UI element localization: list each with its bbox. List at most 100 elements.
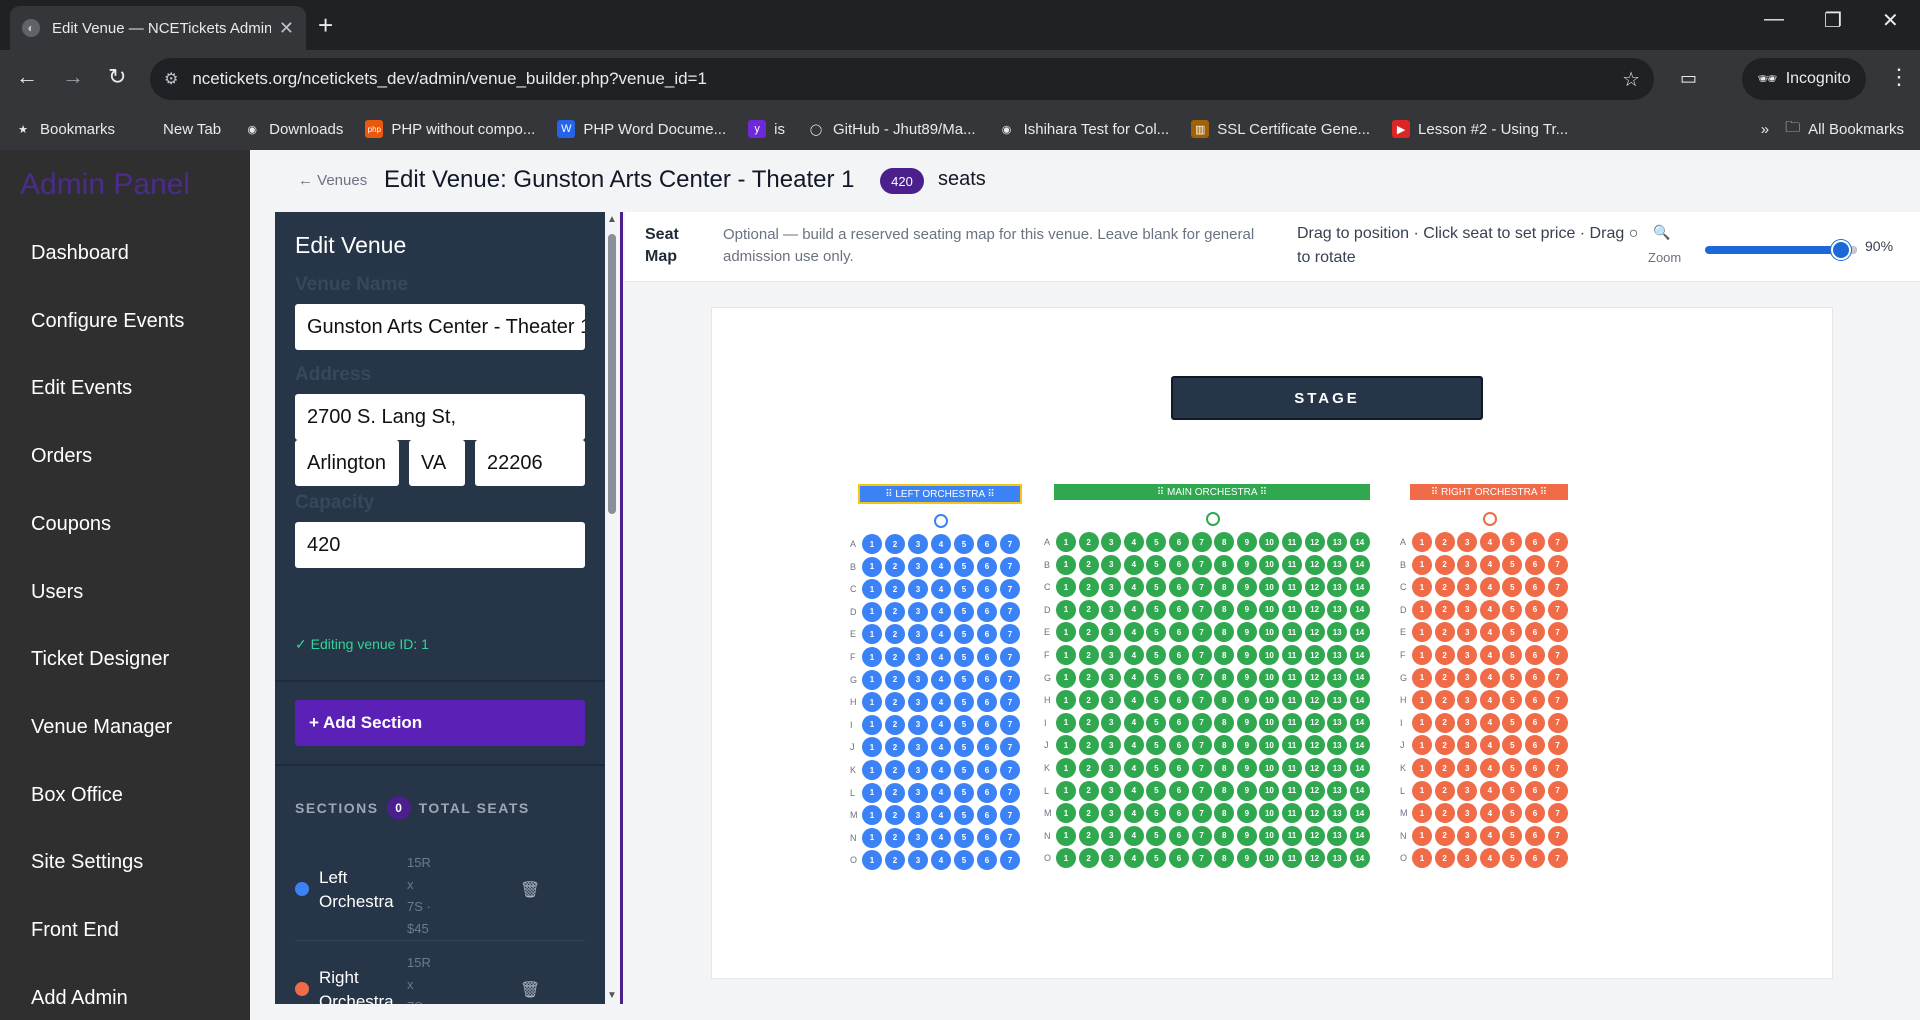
seat[interactable]: 4 (931, 601, 951, 622)
seat[interactable]: 13 (1327, 554, 1348, 575)
seat[interactable]: 7 (1000, 760, 1020, 780)
seat[interactable]: 11 (1282, 848, 1302, 869)
seat[interactable]: 3 (1457, 803, 1478, 824)
seat[interactable]: 2 (885, 579, 905, 600)
seat[interactable]: 10 (1259, 577, 1280, 598)
seat[interactable]: 5 (1146, 825, 1167, 846)
sidebar-item-configure-events[interactable]: Configure Events (31, 310, 184, 333)
seat[interactable]: 12 (1304, 554, 1325, 575)
seat[interactable]: 1 (862, 737, 882, 758)
sidebar-item-ticket-designer[interactable]: Ticket Designer (31, 648, 169, 671)
seat[interactable]: 3 (1101, 577, 1122, 598)
seat[interactable]: 5 (1502, 532, 1523, 552)
seat[interactable]: 9 (1236, 758, 1257, 778)
seat[interactable]: 6 (1525, 690, 1545, 711)
seat[interactable]: 7 (1000, 850, 1020, 871)
seat[interactable]: 3 (908, 805, 928, 826)
seat[interactable]: 3 (1457, 735, 1478, 756)
seat[interactable]: 4 (1479, 532, 1500, 552)
seat[interactable]: 2 (1434, 780, 1455, 801)
seat[interactable]: 4 (931, 737, 951, 758)
seat[interactable]: 6 (1525, 758, 1545, 778)
seat[interactable]: 4 (1479, 554, 1500, 575)
zip-input[interactable]: 22206 (475, 440, 585, 486)
seat[interactable]: 5 (1146, 848, 1167, 869)
address-bar[interactable]: ⚙ ncetickets.org/ncetickets_dev/admin/ve… (150, 58, 1654, 100)
seat[interactable]: 1 (1056, 758, 1076, 778)
seat[interactable]: 2 (1078, 735, 1099, 756)
seat[interactable]: 9 (1236, 780, 1257, 801)
seat[interactable]: 1 (862, 805, 882, 826)
scrollbar-thumb[interactable] (608, 234, 616, 514)
seat[interactable]: 13 (1327, 690, 1348, 711)
seat[interactable]: 2 (1434, 712, 1455, 733)
seat[interactable]: 8 (1214, 532, 1235, 552)
seat[interactable]: 3 (1101, 848, 1122, 869)
seat[interactable]: 1 (862, 782, 882, 803)
seat[interactable]: 2 (1434, 622, 1455, 643)
seat[interactable]: 7 (1191, 690, 1212, 711)
seat[interactable]: 8 (1214, 690, 1235, 711)
sidebar-item-front-end[interactable]: Front End (31, 919, 119, 942)
zoom-slider-knob[interactable] (1831, 240, 1851, 260)
section-drag-bar[interactable]: ⠿ RIGHT ORCHESTRA ⠿ (1410, 484, 1568, 500)
seat[interactable]: 5 (1502, 622, 1523, 643)
seat[interactable]: 5 (1146, 577, 1167, 598)
seat[interactable]: 1 (1412, 712, 1432, 733)
seat[interactable]: 6 (1169, 690, 1189, 711)
bookmark-item[interactable]: ◯ GitHub - Jhut89/Ma... (807, 120, 976, 138)
sidebar-item-coupons[interactable]: Coupons (31, 513, 111, 536)
seat[interactable]: 4 (931, 624, 951, 645)
seat[interactable]: 6 (1169, 758, 1189, 778)
bookmark-item[interactable]: New Tab (137, 120, 221, 138)
state-input[interactable]: VA (409, 440, 465, 486)
seat[interactable]: 11 (1282, 554, 1302, 575)
seat[interactable]: 1 (862, 647, 882, 667)
seat[interactable]: 2 (885, 669, 905, 690)
seat[interactable]: 14 (1349, 803, 1370, 824)
seat[interactable]: 5 (954, 737, 974, 758)
seat[interactable]: 13 (1327, 780, 1348, 801)
seat[interactable]: 1 (1056, 712, 1076, 733)
sidebar-item-edit-events[interactable]: Edit Events (31, 377, 132, 400)
seat[interactable]: 2 (885, 850, 905, 871)
seat[interactable]: 4 (1479, 622, 1500, 643)
seat[interactable]: 8 (1214, 577, 1235, 598)
seat[interactable]: 3 (1101, 690, 1122, 711)
bookmark-item[interactable]: ▥ SSL Certificate Gene... (1191, 120, 1370, 138)
seat[interactable]: 4 (1123, 645, 1144, 665)
seat[interactable]: 9 (1236, 690, 1257, 711)
seat[interactable]: 6 (977, 850, 997, 871)
seat[interactable]: 6 (1169, 803, 1189, 824)
seat[interactable]: 14 (1349, 599, 1370, 620)
seat[interactable]: 3 (1457, 758, 1478, 778)
seat[interactable]: 3 (1457, 532, 1478, 552)
seat[interactable]: 10 (1259, 825, 1280, 846)
seat[interactable]: 9 (1236, 803, 1257, 824)
seat[interactable]: 4 (1123, 622, 1144, 643)
seat[interactable]: 4 (931, 805, 951, 826)
seat[interactable]: 5 (954, 601, 974, 622)
seat[interactable]: 6 (977, 782, 997, 803)
seat[interactable]: 8 (1214, 758, 1235, 778)
seat[interactable]: 6 (1525, 735, 1545, 756)
back-to-venues-link[interactable]: ← Venues (298, 172, 367, 189)
seat[interactable]: 11 (1282, 690, 1302, 711)
seat[interactable]: 7 (1000, 805, 1020, 826)
section-list-item[interactable]: Right Orchestra15Rx7S ·$45🗑 (295, 944, 585, 1004)
seat[interactable]: 3 (1101, 599, 1122, 620)
seat[interactable]: 7 (1000, 579, 1020, 600)
seat[interactable]: 10 (1259, 622, 1280, 643)
seat[interactable]: 8 (1214, 667, 1235, 688)
seat[interactable]: 4 (1123, 758, 1144, 778)
seat[interactable]: 1 (862, 714, 882, 735)
seat[interactable]: 5 (1502, 803, 1523, 824)
seat[interactable]: 7 (1191, 599, 1212, 620)
seat[interactable]: 11 (1282, 825, 1302, 846)
seat[interactable]: 3 (908, 556, 928, 577)
url-text[interactable]: ncetickets.org/ncetickets_dev/admin/venu… (192, 69, 1622, 89)
trash-icon[interactable]: 🗑 (520, 980, 540, 1000)
seat[interactable]: 6 (1525, 622, 1545, 643)
seat[interactable]: 10 (1259, 690, 1280, 711)
seat[interactable]: 5 (1146, 622, 1167, 643)
